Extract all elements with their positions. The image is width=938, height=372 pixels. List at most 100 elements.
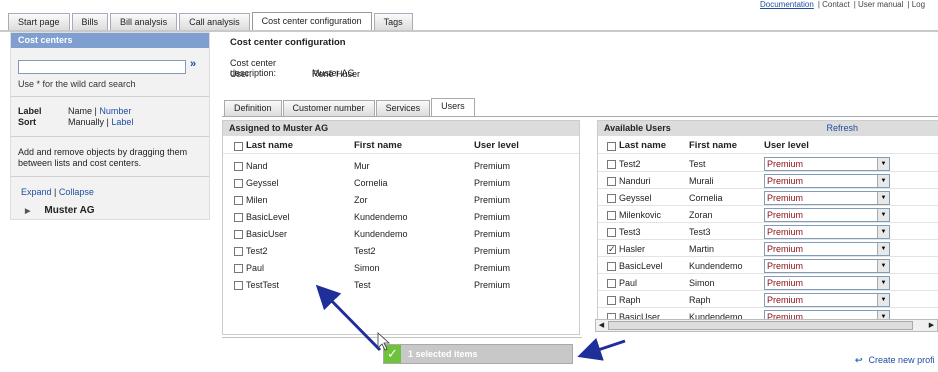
column-user-level[interactable]: User level	[764, 138, 809, 154]
cell-last-name: BasicLevel	[246, 212, 290, 222]
row-checkbox[interactable]	[607, 160, 616, 169]
row-checkbox[interactable]	[234, 264, 243, 273]
top-link[interactable]: Documentation	[760, 0, 814, 9]
chevron-down-icon[interactable]: ▼	[877, 226, 889, 238]
label-number-link[interactable]: Number	[99, 106, 131, 116]
table-row[interactable]: Nand Mur Premium	[223, 158, 579, 174]
column-last-name[interactable]: Last name	[619, 138, 666, 154]
user-level-select[interactable]: Premium ▼	[764, 259, 890, 273]
tab-tags[interactable]: Tags	[373, 13, 413, 30]
table-row[interactable]: Milen Zor Premium	[223, 192, 579, 208]
table-row[interactable]: BasicUser Kundendemo Premium	[223, 226, 579, 242]
table-row[interactable]: Test2 Test Premium ▼	[598, 156, 938, 172]
column-first-name[interactable]: First name	[689, 138, 737, 154]
row-checkbox[interactable]	[234, 213, 243, 222]
assigned-header-row: Last name First name User level	[223, 138, 579, 154]
panel-bottom-line	[222, 337, 582, 338]
collapse-link[interactable]: Collapse	[59, 187, 94, 197]
row-checkbox[interactable]	[234, 179, 243, 188]
cell-user-level: Premium	[474, 178, 511, 188]
user-level-select[interactable]: Premium ▼	[764, 157, 890, 171]
chevron-down-icon[interactable]: ▼	[877, 192, 889, 204]
cell-user-level: Premium	[474, 229, 511, 239]
row-checkbox[interactable]	[234, 196, 243, 205]
table-row[interactable]: Milenkovic Zoran Premium ▼	[598, 207, 938, 223]
chevron-down-icon[interactable]: ▼	[877, 158, 889, 170]
row-checkbox[interactable]	[234, 230, 243, 239]
drag-selection-indicator[interactable]: ✓ 1 selected items	[383, 344, 573, 364]
chevron-down-icon[interactable]: ▼	[877, 243, 889, 255]
table-row[interactable]: Raph Raph Premium ▼	[598, 292, 938, 308]
row-checkbox[interactable]	[607, 194, 616, 203]
user-level-select[interactable]: Premium ▼	[764, 225, 890, 239]
cell-first-name: Mur	[354, 161, 370, 171]
expand-link[interactable]: Expand	[21, 187, 52, 197]
chevron-down-icon[interactable]: ▼	[877, 209, 889, 221]
tab-users[interactable]: Users	[431, 98, 475, 116]
cell-last-name: Hasler	[619, 244, 646, 254]
tab-start-page[interactable]: Start page	[8, 13, 70, 30]
row-checkbox[interactable]	[607, 279, 616, 288]
tab-call-analysis[interactable]: Call analysis	[179, 13, 250, 30]
user-level-select[interactable]: Premium ▼	[764, 242, 890, 256]
user-level-select[interactable]: Premium ▼	[764, 191, 890, 205]
table-row[interactable]: BasicLevel Kundendemo Premium ▼	[598, 258, 938, 274]
top-link[interactable]: Log	[912, 0, 925, 9]
table-row[interactable]: TestTest Test Premium	[223, 277, 579, 293]
user-level-select[interactable]: Premium ▼	[764, 208, 890, 222]
search-input[interactable]	[18, 60, 186, 74]
tab-bills[interactable]: Bills	[71, 13, 109, 30]
tab-customer-number[interactable]: Customer number	[282, 100, 375, 116]
column-user-level[interactable]: User level	[474, 138, 519, 154]
table-row[interactable]: Test2 Test2 Premium	[223, 243, 579, 259]
chevron-down-icon[interactable]: ▼	[877, 277, 889, 289]
chevron-down-icon[interactable]: ▼	[877, 294, 889, 306]
select-all-checkbox[interactable]	[234, 142, 243, 151]
table-row[interactable]: Geyssel Cornelia Premium	[223, 175, 579, 191]
row-checkbox[interactable]	[607, 241, 616, 257]
scroll-thumb[interactable]	[608, 321, 913, 330]
user-level-value: Premium	[767, 193, 804, 203]
sort-manual-option[interactable]: Manually	[68, 117, 104, 127]
row-checkbox[interactable]	[607, 211, 616, 220]
tab-definition[interactable]: Definition	[224, 100, 282, 116]
tree-item-muster-ag[interactable]: ▶ Muster AG	[25, 205, 95, 216]
row-checkbox[interactable]	[234, 162, 243, 171]
checkmark-icon: ✓	[384, 345, 401, 363]
horizontal-scrollbar[interactable]: ◀ ▶	[595, 319, 938, 332]
column-first-name[interactable]: First name	[354, 138, 402, 154]
table-row[interactable]: Paul Simon Premium ▼	[598, 275, 938, 291]
scroll-left-icon[interactable]: ◀	[596, 320, 607, 331]
top-link[interactable]: Contact	[822, 0, 850, 9]
search-button[interactable]: »	[190, 58, 196, 70]
row-checkbox[interactable]	[607, 262, 616, 271]
tab-cost-center-configuration[interactable]: Cost center configuration	[251, 12, 372, 30]
top-link[interactable]: User manual	[858, 0, 903, 9]
user-level-select[interactable]: Premium ▼	[764, 293, 890, 307]
chevron-down-icon[interactable]: ▼	[877, 175, 889, 187]
chevron-down-icon[interactable]: ▼	[877, 260, 889, 272]
row-checkbox[interactable]	[607, 296, 616, 305]
table-row[interactable]: Paul Simon Premium	[223, 260, 579, 276]
create-new-profile-link[interactable]: ↩ Create new profi	[855, 355, 935, 366]
table-row[interactable]: Nanduri Murali Premium ▼	[598, 173, 938, 189]
refresh-link[interactable]: Refresh	[826, 121, 858, 136]
label-name-option[interactable]: Name	[68, 106, 92, 116]
table-row[interactable]: Hasler Martin Premium ▼	[598, 241, 938, 257]
row-checkbox[interactable]	[607, 177, 616, 186]
sort-label-link[interactable]: Label	[111, 117, 133, 127]
tab-services[interactable]: Services	[375, 100, 431, 116]
row-checkbox[interactable]	[234, 281, 243, 290]
user-level-select[interactable]: Premium ▼	[764, 174, 890, 188]
table-row[interactable]: BasicLevel Kundendemo Premium	[223, 209, 579, 225]
tab-bill-analysis[interactable]: Bill analysis	[110, 13, 178, 30]
user-level-select[interactable]: Premium ▼	[764, 276, 890, 290]
table-row[interactable]: Test3 Test3 Premium ▼	[598, 224, 938, 240]
row-checkbox[interactable]	[234, 247, 243, 256]
row-checkbox[interactable]	[607, 228, 616, 237]
table-row[interactable]: Geyssel Cornelia Premium ▼	[598, 190, 938, 206]
column-last-name[interactable]: Last name	[246, 138, 293, 154]
tree-expand-icon[interactable]: ▶	[25, 208, 30, 215]
scroll-right-icon[interactable]: ▶	[926, 320, 937, 331]
select-all-checkbox[interactable]	[607, 142, 616, 151]
